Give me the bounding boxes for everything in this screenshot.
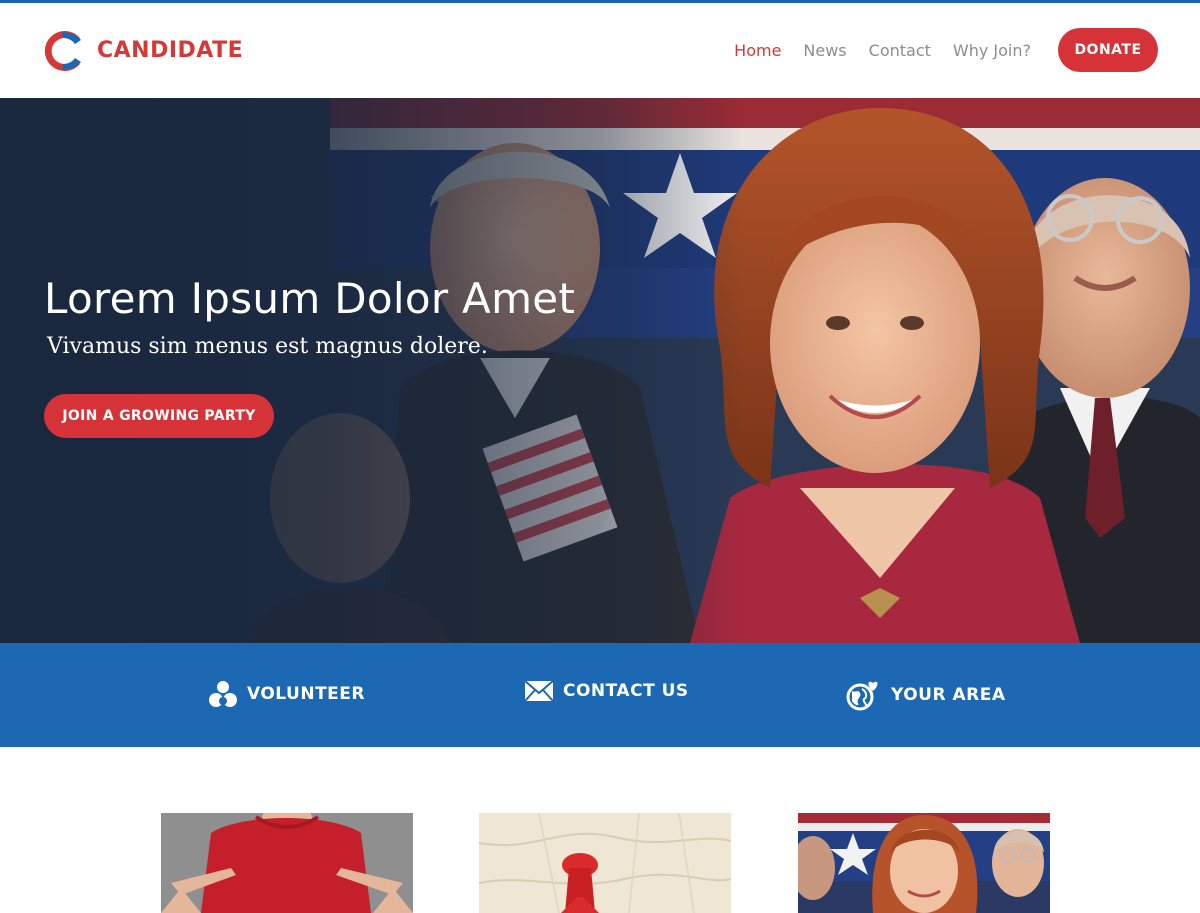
map-pin-photo	[479, 813, 731, 913]
join-party-button[interactable]: JOIN A GROWING PARTY	[44, 394, 274, 438]
red-shirt-photo	[161, 813, 413, 913]
hero-section: Lorem Ipsum Dolor Amet Vivamus sim menus…	[0, 98, 1200, 643]
your-area-action[interactable]: YOUR AREA	[846, 679, 1006, 711]
globe-heart-icon	[846, 681, 878, 711]
hero-subtitle: Vivamus sim menus est magnus dolere.	[47, 334, 488, 359]
card-image-map-pin[interactable]	[479, 813, 731, 913]
nav-why-join[interactable]: Why Join?	[953, 41, 1031, 60]
donate-button[interactable]: DONATE	[1058, 28, 1158, 72]
card-image-red-shirt[interactable]	[161, 813, 413, 913]
your-area-label: YOUR AREA	[891, 685, 1006, 705]
nav-contact[interactable]: Contact	[869, 41, 931, 60]
hero-overlay	[0, 98, 1200, 643]
contact-us-label: CONTACT US	[563, 681, 689, 701]
volunteer-icon	[209, 681, 237, 707]
candidate-crowd-photo	[798, 813, 1050, 913]
nav-home[interactable]: Home	[734, 41, 781, 60]
site-header: CANDIDATE Home News Contact Why Join? DO…	[0, 3, 1200, 98]
card-image-candidate-crowd[interactable]	[798, 813, 1050, 913]
main-nav: Home News Contact Why Join? DONATE	[734, 27, 1158, 73]
contact-us-action[interactable]: CONTACT US	[524, 679, 689, 703]
site-logo[interactable]: CANDIDATE	[40, 25, 243, 75]
hero-title: Lorem Ipsum Dolor Amet	[44, 274, 576, 323]
envelope-icon	[524, 680, 554, 702]
volunteer-action[interactable]: VOLUNTEER	[208, 679, 365, 709]
brand-name: CANDIDATE	[97, 37, 244, 63]
action-bar: VOLUNTEER CONTACT US YOUR AREA	[0, 643, 1200, 747]
nav-news[interactable]: News	[803, 41, 846, 60]
logo-c-icon	[44, 31, 81, 71]
volunteer-label: VOLUNTEER	[247, 684, 365, 704]
